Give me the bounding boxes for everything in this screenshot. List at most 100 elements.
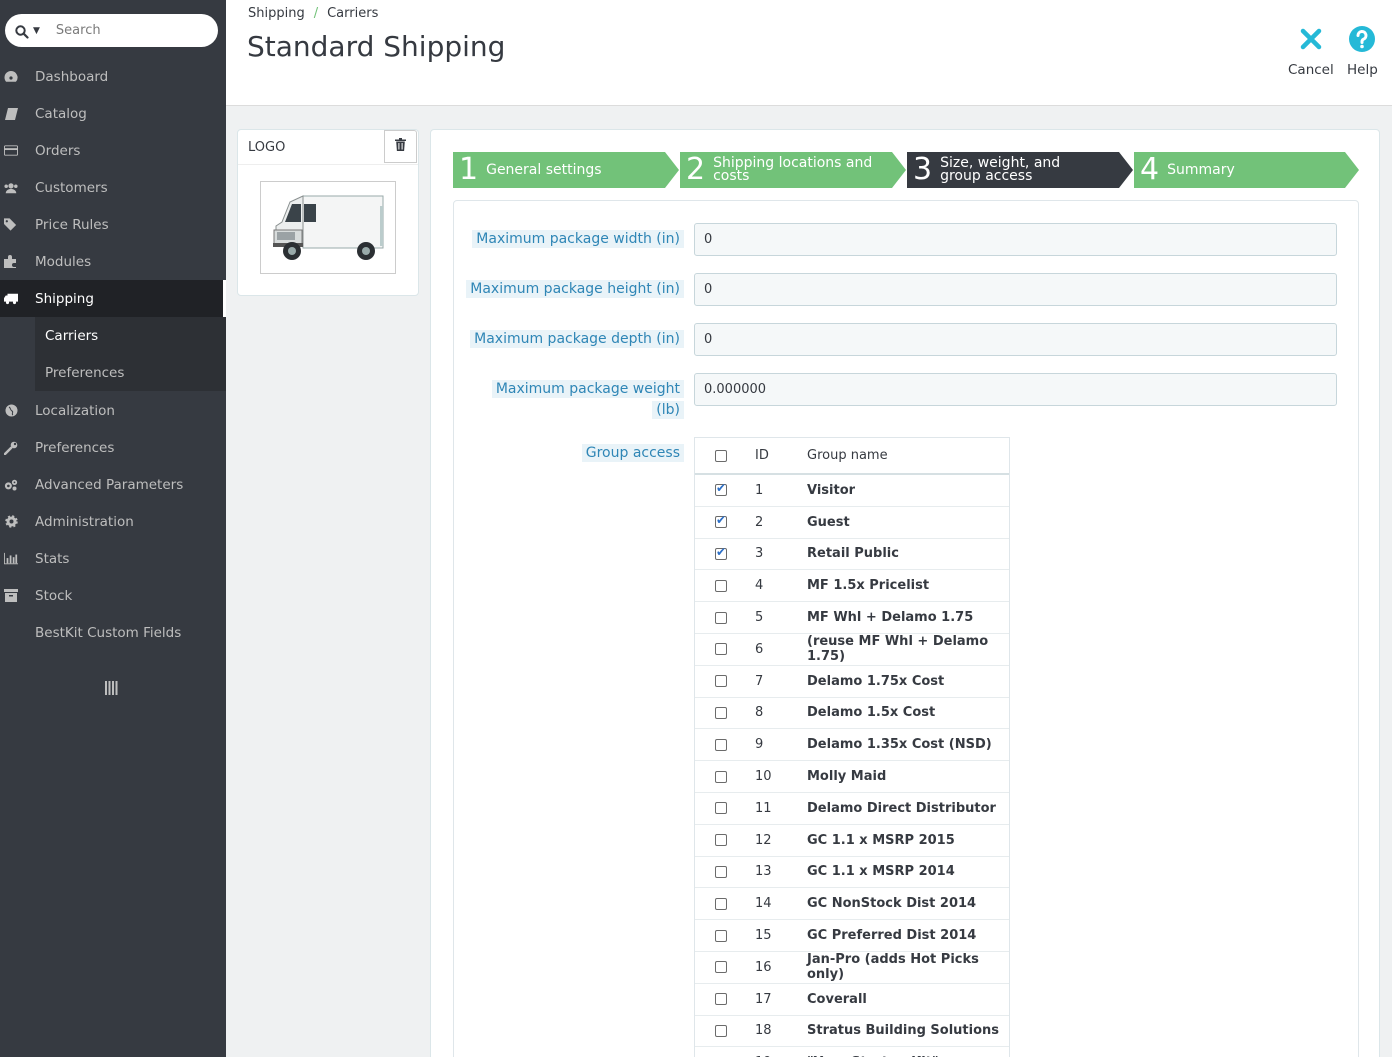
group-checkbox[interactable] bbox=[715, 865, 727, 878]
group-checkbox[interactable] bbox=[715, 738, 727, 751]
sidebar-item-catalog[interactable]: Catalog bbox=[0, 95, 226, 132]
group-id: 5 bbox=[755, 610, 764, 626]
step-general-settings[interactable]: 1 General settings bbox=[453, 152, 679, 188]
group-id: 1 bbox=[755, 482, 764, 498]
group-name: Guest bbox=[807, 514, 850, 530]
bar-chart-icon bbox=[4, 552, 18, 566]
group-checkbox[interactable] bbox=[715, 513, 727, 529]
max-width-input[interactable]: 0 bbox=[694, 223, 1337, 256]
sidebar-item-customers[interactable]: Customers bbox=[0, 169, 226, 206]
group-checkbox[interactable] bbox=[715, 770, 727, 783]
group-checkbox[interactable] bbox=[715, 545, 727, 560]
sidebar-item-label: Modules bbox=[35, 253, 92, 270]
sidebar-item-label: Price Rules bbox=[35, 216, 109, 233]
collapse-sidebar-icon[interactable] bbox=[105, 680, 118, 699]
table-row: 16 Jan-Pro (adds Hot Picks only) bbox=[695, 952, 1009, 984]
sidebar-item-price-rules[interactable]: Price Rules bbox=[0, 206, 226, 243]
max-height-input[interactable]: 0 bbox=[694, 273, 1337, 306]
search-input[interactable] bbox=[55, 23, 196, 38]
table-row: 1 Visitor bbox=[695, 475, 1009, 507]
group-checkbox[interactable] bbox=[715, 1024, 727, 1037]
help-button[interactable]: Help bbox=[1347, 24, 1378, 78]
row-checkbox-cell bbox=[695, 738, 743, 751]
group-id: 8 bbox=[755, 705, 764, 721]
breadcrumb-item-carriers[interactable]: Carriers bbox=[327, 6, 378, 21]
chevron-down-icon[interactable]: ▼ bbox=[33, 26, 40, 36]
sidebar-subitem-carriers[interactable]: Carriers bbox=[0, 317, 226, 354]
group-id: 13 bbox=[755, 864, 772, 880]
group-checkbox[interactable] bbox=[715, 643, 727, 656]
max-weight-input[interactable]: 0.000000 bbox=[694, 373, 1337, 406]
sidebar-item-advanced-parameters[interactable]: Advanced Parameters bbox=[0, 466, 226, 503]
col-name-header: Group name bbox=[807, 448, 888, 463]
sidebar-item-label: Administration bbox=[35, 513, 134, 530]
group-name: GC NonStock Dist 2014 bbox=[807, 896, 977, 912]
group-name: GC 1.1 x MSRP 2014 bbox=[807, 864, 955, 880]
search-icon[interactable] bbox=[15, 24, 29, 39]
sidebar-item-localization[interactable]: Localization bbox=[0, 392, 226, 429]
table-row: 12 GC 1.1 x MSRP 2015 bbox=[695, 825, 1009, 857]
group-checkbox[interactable] bbox=[715, 481, 727, 497]
step-number: 3 bbox=[913, 152, 933, 187]
book-icon bbox=[4, 107, 18, 121]
group-name: Delamo 1.5x Cost bbox=[807, 705, 936, 721]
sidebar: ▼ Dashboard Catalog Orders Customers Pri… bbox=[0, 0, 226, 1057]
group-checkbox[interactable] bbox=[715, 802, 727, 815]
breadcrumb-item-shipping[interactable]: Shipping bbox=[248, 6, 305, 21]
row-checkbox-cell bbox=[695, 611, 743, 624]
group-checkbox[interactable] bbox=[715, 961, 727, 974]
sidebar-item-modules[interactable]: Modules bbox=[0, 243, 226, 280]
sidebar-subitem-label: Carriers bbox=[45, 327, 99, 344]
select-all-checkbox[interactable] bbox=[715, 449, 727, 462]
group-id: 10 bbox=[755, 769, 772, 785]
row-checkbox-cell bbox=[695, 675, 743, 688]
size-weight-form: Maximum package width (in) 0 Maximum pac… bbox=[453, 200, 1359, 1057]
group-checkbox[interactable] bbox=[715, 579, 727, 592]
group-checkbox[interactable] bbox=[715, 706, 727, 719]
sidebar-item-orders[interactable]: Orders bbox=[0, 132, 226, 169]
group-name: (reuse MF Whl + Delamo 1.75) bbox=[807, 634, 989, 665]
table-row: 11 Delamo Direct Distributor bbox=[695, 793, 1009, 825]
step-size-weight-group[interactable]: 3 Size, weight, and group access bbox=[907, 152, 1133, 188]
help-label: Help bbox=[1347, 62, 1378, 78]
search-box[interactable]: ▼ bbox=[5, 14, 218, 47]
step-shipping-locations[interactable]: 2 Shipping locations and costs bbox=[680, 152, 906, 188]
cancel-button[interactable]: Cancel bbox=[1288, 24, 1334, 78]
group-checkbox[interactable] bbox=[715, 897, 727, 910]
group-id: 6 bbox=[755, 641, 764, 657]
group-id: 18 bbox=[755, 1023, 772, 1039]
group-checkbox[interactable] bbox=[715, 611, 727, 624]
max-weight-label: Maximum package weight (lb) bbox=[491, 379, 684, 421]
max-weight-label-text: Maximum package weight bbox=[491, 380, 684, 398]
table-row: 4 MF 1.5x Pricelist bbox=[695, 570, 1009, 603]
sidebar-item-bestkit-custom-fields[interactable]: BestKit Custom Fields bbox=[0, 614, 226, 651]
group-id: 15 bbox=[755, 928, 772, 944]
sidebar-item-stats[interactable]: Stats bbox=[0, 540, 226, 577]
max-depth-label-text: Maximum package depth (in) bbox=[470, 330, 684, 348]
truck-icon bbox=[4, 292, 18, 306]
sidebar-item-label: Advanced Parameters bbox=[35, 476, 184, 493]
group-name: Coverall bbox=[807, 991, 867, 1007]
max-depth-label: Maximum package depth (in) bbox=[470, 329, 684, 350]
sidebar-item-administration[interactable]: Administration bbox=[0, 503, 226, 540]
row-checkbox-cell bbox=[695, 545, 743, 560]
sidebar-item-stock[interactable]: Stock bbox=[0, 577, 226, 614]
carrier-logo-image bbox=[260, 181, 396, 274]
sidebar-item-dashboard[interactable]: Dashboard bbox=[0, 58, 226, 95]
sidebar-subitem-preferences[interactable]: Preferences bbox=[0, 354, 226, 391]
max-depth-input[interactable]: 0 bbox=[694, 323, 1337, 356]
group-checkbox[interactable] bbox=[715, 834, 727, 847]
group-id: 17 bbox=[755, 991, 772, 1007]
group-checkbox[interactable] bbox=[715, 675, 727, 688]
step-summary[interactable]: 4 Summary bbox=[1134, 152, 1359, 188]
group-checkbox[interactable] bbox=[715, 929, 727, 942]
row-checkbox-cell bbox=[695, 513, 743, 529]
cancel-label: Cancel bbox=[1288, 62, 1334, 78]
sidebar-item-preferences[interactable]: Preferences bbox=[0, 429, 226, 466]
delete-logo-button[interactable] bbox=[384, 129, 417, 163]
group-checkbox[interactable] bbox=[715, 993, 727, 1006]
sidebar-item-shipping[interactable]: Shipping bbox=[0, 280, 226, 317]
dashboard-icon bbox=[4, 70, 18, 84]
globe-icon bbox=[4, 404, 18, 418]
shipping-submenu: Carriers Preferences bbox=[0, 317, 226, 391]
